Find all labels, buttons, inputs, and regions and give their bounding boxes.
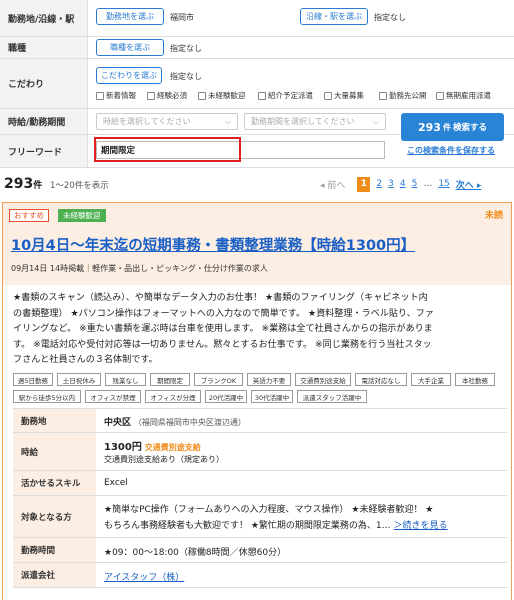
tag: 英語力不要 <box>247 373 291 386</box>
select-line-button[interactable]: 沿線・駅を選ぶ <box>300 8 368 25</box>
select-conditions-button[interactable]: こだわりを選ぶ <box>96 67 162 84</box>
location-row: 勤務地/沿線・駅 勤務地を選ぶ 福岡市 沿線・駅を選ぶ 指定なし <box>0 0 514 36</box>
select-location-button[interactable]: 勤務地を選ぶ <box>96 8 164 25</box>
conditions-row: こだわり こだわりを選ぶ 指定なし 新着情報 経験必須 未経験歓迎 紹介予定派遣… <box>0 58 514 108</box>
page-link[interactable]: 2 <box>376 179 382 189</box>
page-link[interactable]: 4 <box>400 179 406 189</box>
tag: オフィスが禁煙 <box>85 390 141 403</box>
wage-select[interactable]: 時給を選択してください ⌵ <box>96 113 238 130</box>
save-search-link[interactable]: この検索条件を保存する <box>407 145 495 156</box>
info-row-company: 派遣会社 アイスタッフ（株） <box>13 563 507 588</box>
conditions-label: こだわり <box>0 59 88 108</box>
search-button[interactable]: 293 件検索する <box>401 113 504 141</box>
result-count: 293件 <box>4 176 43 192</box>
checkbox-icon <box>436 91 444 100</box>
category-row: 職種 職種を選ぶ 指定なし <box>0 36 514 58</box>
location-value: 福岡市 <box>170 13 194 22</box>
category-value: 指定なし <box>170 44 202 53</box>
beginner-badge: 未経験歓迎 <box>58 209 106 222</box>
page-link[interactable]: 5 <box>412 179 418 189</box>
check-beginner[interactable]: 未経験歓迎 <box>198 90 246 101</box>
pager-ellipsis: … <box>423 179 433 189</box>
tag: 本社勤務 <box>455 373 495 386</box>
info-row-wage: 時給 1300円 交通費別途支給 交通費別途支給あり（規定あり） <box>13 433 507 471</box>
tag: 駅から徒歩5分以内 <box>13 390 81 403</box>
tag: 週5日勤務 <box>13 373 53 386</box>
job-info-table: 勤務地 中央区 （福岡県福岡市中央区渡辺通） 時給 1300円 交通費別途支給 … <box>13 408 507 588</box>
chevron-down-icon: ⌵ <box>224 117 231 126</box>
info-row-hours: 勤務時間 ★09：00〜18:00（稼働8時間／休憩60分） <box>13 538 507 563</box>
checkbox-icon <box>147 91 155 100</box>
prev-page-link[interactable]: ◂ 前へ <box>320 178 345 191</box>
tag: 派遣スタッフ活躍中 <box>297 390 367 403</box>
last-page-link[interactable]: 15 <box>438 179 449 189</box>
tag: 大手企業 <box>411 373 451 386</box>
checkbox-icon <box>198 91 206 100</box>
job-card-header: おすすめ 未経験歓迎 未読 10月4日〜年末迄の短期事務・書類整理業務【時給13… <box>3 203 511 285</box>
category-label: 職種 <box>0 37 88 58</box>
info-row-skill: 活かせるスキル Excel <box>13 471 507 496</box>
tag: 20代活躍中 <box>205 390 247 403</box>
result-range: 1〜20件を表示 <box>50 181 109 191</box>
job-card: おすすめ 未経験歓迎 未読 10月4日〜年末迄の短期事務・書類整理業務【時給13… <box>2 202 512 600</box>
conditions-value: 指定なし <box>170 72 202 81</box>
tag: 残業なし <box>105 373 146 386</box>
line-value: 指定なし <box>374 13 406 22</box>
check-indefinite[interactable]: 無期雇用派遣 <box>436 90 491 101</box>
search-form: 勤務地/沿線・駅 勤務地を選ぶ 福岡市 沿線・駅を選ぶ 指定なし 職種 職種を選… <box>0 0 514 168</box>
highlight-box <box>94 137 241 162</box>
tag: オフィスが分煙 <box>145 390 201 403</box>
page-link[interactable]: 3 <box>388 179 394 189</box>
tag: 土日祝休み <box>57 373 101 386</box>
check-mass-hiring[interactable]: 大量募集 <box>324 90 364 101</box>
chevron-down-icon: ⌵ <box>372 117 379 126</box>
job-description: ★書類のスキャン（読込み）、や簡単なデータ入力のお仕事！ ★書類のファイリング（… <box>13 293 434 365</box>
job-meta: 09月14日 14時掲載｜軽作業・品出し・ピッキング・仕分け作業の求人 <box>11 264 268 273</box>
period-label: 時給/勤務期間 <box>0 109 88 134</box>
check-new[interactable]: 新着情報 <box>96 90 136 101</box>
read-more-link[interactable]: ＞続きを見る <box>394 521 448 531</box>
select-category-button[interactable]: 職種を選ぶ <box>96 39 164 56</box>
check-temp-to-perm[interactable]: 紹介予定派遣 <box>258 90 313 101</box>
recommend-badge: おすすめ <box>9 209 49 222</box>
check-experience[interactable]: 経験必須 <box>147 90 187 101</box>
next-page-link[interactable]: 次へ ▸ <box>456 178 482 191</box>
freeword-label: フリーワード <box>0 135 88 167</box>
info-row-location: 勤務地 中央区 （福岡県福岡市中央区渡辺通） <box>13 409 507 433</box>
checkbox-icon <box>258 91 266 100</box>
location-label: 勤務地/沿線・駅 <box>0 0 88 36</box>
unread-label: 未読 <box>484 211 503 221</box>
company-link[interactable]: アイスタッフ（株） <box>104 570 184 583</box>
tag: 交通費別途支給 <box>295 373 351 386</box>
term-select[interactable]: 勤務期間を選択してください ⌵ <box>244 113 386 130</box>
tag: ブランクOK <box>194 373 243 386</box>
pagination: ◂ 前へ 1 2 3 4 5 … 15 次へ ▸ <box>320 175 481 193</box>
job-title-link[interactable]: 10月4日〜年末迄の短期事務・書類整理業務【時給1300円】 <box>11 234 415 255</box>
current-page: 1 <box>357 176 371 192</box>
tag: 期間限定 <box>150 373 190 386</box>
checkbox-icon <box>379 91 387 100</box>
checkbox-icon <box>324 91 332 100</box>
info-row-target: 対象となる方 ★簡単なPC操作（フォームありへの入力程度、マウス操作） ★未経験… <box>13 496 507 538</box>
tag: 電話対応なし <box>355 373 407 386</box>
tag: 30代活躍中 <box>251 390 293 403</box>
checkbox-icon <box>96 91 104 100</box>
check-company-public[interactable]: 勤務先公開 <box>379 90 427 101</box>
